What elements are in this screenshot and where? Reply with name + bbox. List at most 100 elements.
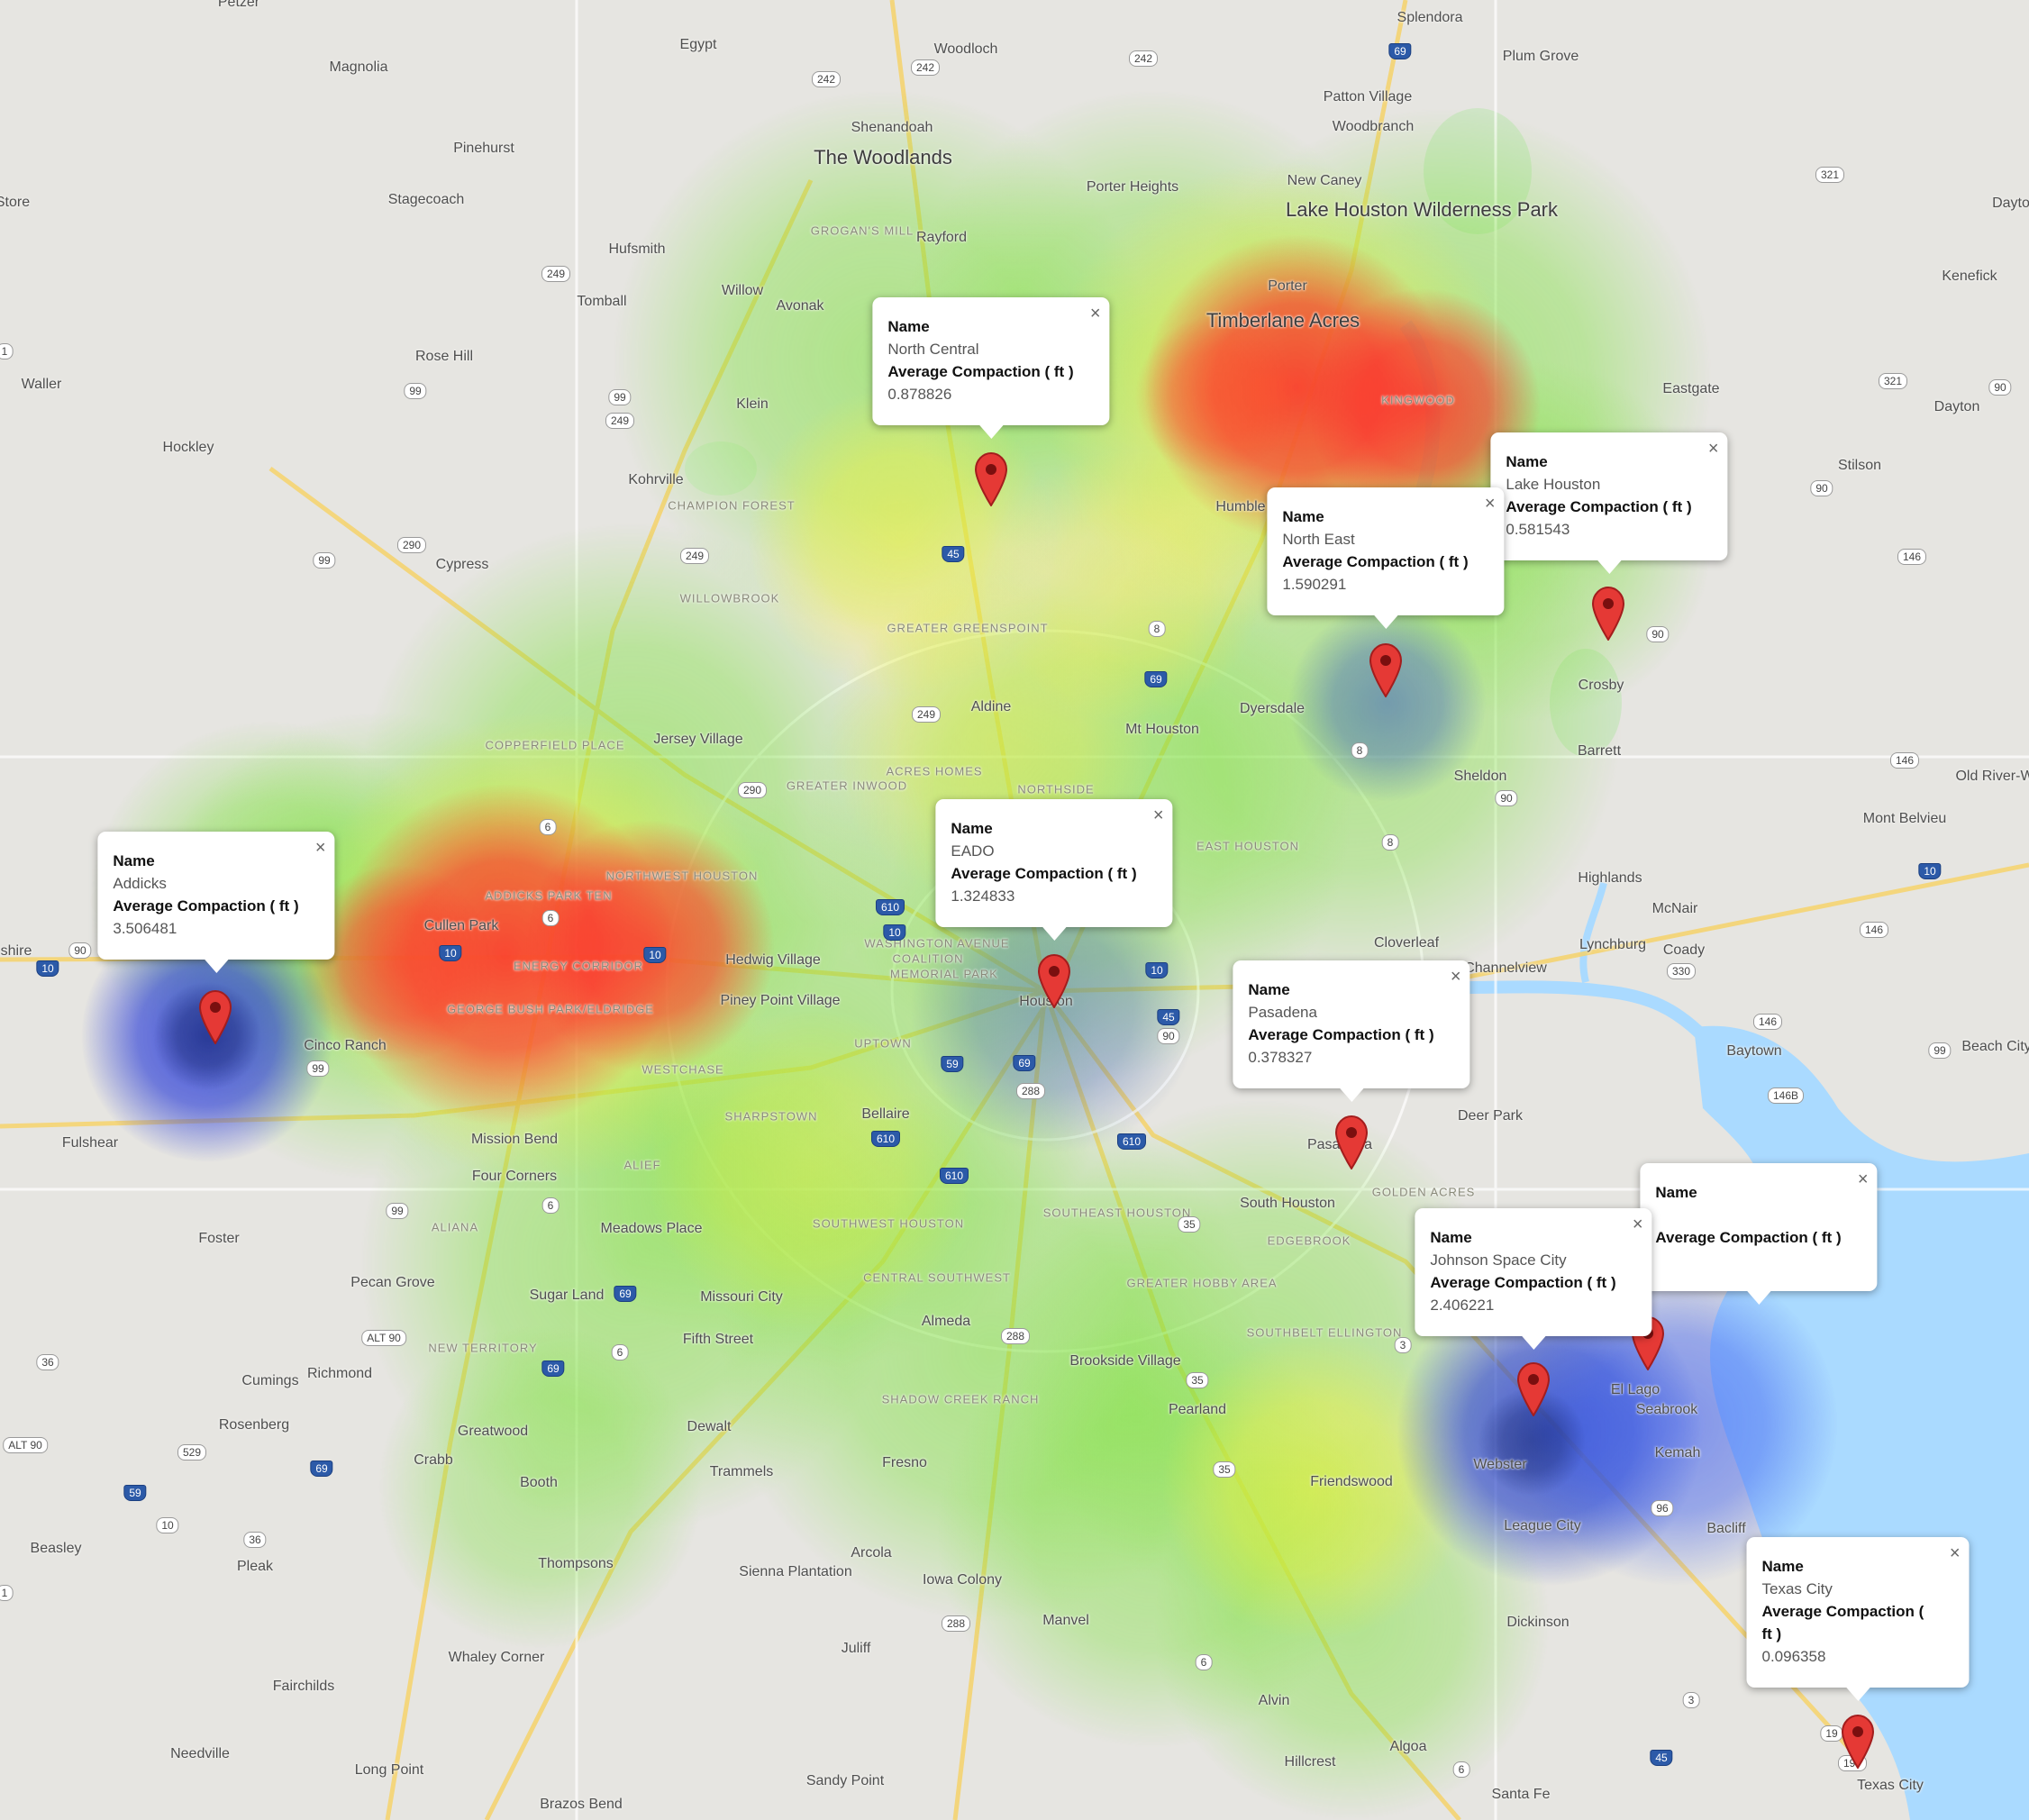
info-popup-lake-houston: Name Lake Houston Average Compaction ( ft … <box>1490 432 1728 574</box>
close-icon[interactable]: × <box>1485 495 1496 513</box>
district-label: Uptown <box>854 1036 912 1051</box>
highway-shield: 249 <box>679 548 710 564</box>
popup-name-value: North Central <box>887 341 979 358</box>
town-label: Thompsons <box>538 1556 614 1571</box>
highway-shield: 6 <box>611 1344 629 1360</box>
town-label: McNair <box>1651 901 1698 916</box>
highway-shield: 529 <box>177 1444 207 1461</box>
highway-shield: ALT 90 <box>361 1330 406 1346</box>
town-label: Deer Park <box>1457 1108 1524 1124</box>
town-label: Foster <box>198 1231 240 1246</box>
town-label: Cullen Park <box>423 918 499 933</box>
town-label: Sienna Plantation <box>739 1564 852 1579</box>
town-label: Booth <box>520 1475 558 1490</box>
town-label: Meadows Place <box>600 1221 703 1236</box>
town-label: Arcola <box>851 1545 892 1561</box>
town-label: Kohrville <box>628 472 684 487</box>
popup-name-label: Name <box>1506 453 1548 470</box>
popup-metric-label: Average Compaction ( ft ) <box>1655 1229 1842 1246</box>
highway-shield: 288 <box>1015 1083 1046 1099</box>
close-icon[interactable]: × <box>1633 1215 1643 1233</box>
town-label: Dyersdale <box>1239 701 1306 716</box>
popup-metric-value: 2.406221 <box>1430 1297 1495 1314</box>
town-label: Magnolia <box>329 59 388 75</box>
heatmap-map[interactable]: Petzer Egypt Woodloch Splendora Plum Grove Ma… <box>0 0 2029 1820</box>
town-label: Santa Fe <box>1491 1787 1551 1802</box>
info-popup-texas-city: Name Texas City Average Compaction ( ft ) 0… <box>1746 1537 1970 1701</box>
info-popup-johnson-space-city: Name Johnson Space City Average Compaction… <box>1415 1208 1652 1350</box>
district-label: East Houston <box>1196 839 1300 853</box>
map-marker-eado[interactable] <box>1037 953 1071 1009</box>
highway-shield: 35 <box>1178 1216 1201 1233</box>
interstate-shield: 69 <box>1388 43 1412 59</box>
popup-name-label: Name <box>1430 1229 1472 1246</box>
district-label: George Bush Park/Eldridge <box>447 1002 654 1016</box>
town-label: Klein <box>736 396 769 412</box>
highway-shield: 99 <box>608 389 632 405</box>
highway-shield: 90 <box>1157 1028 1180 1044</box>
highway-shield: 1 <box>0 1585 14 1601</box>
town-label: Rosenberg <box>218 1417 290 1433</box>
town-label: Whaley Corner <box>448 1650 545 1665</box>
close-icon[interactable]: × <box>315 839 326 857</box>
district-label: Southeast Houston <box>1042 1206 1192 1220</box>
town-label: League City <box>1504 1518 1581 1533</box>
close-icon[interactable]: × <box>1090 305 1101 323</box>
town-label: Brazos Bend <box>540 1797 623 1812</box>
map-marker-north-central[interactable] <box>974 451 1008 507</box>
map-marker-pasadena[interactable] <box>1334 1115 1369 1170</box>
highway-shield: 90 <box>1495 790 1518 806</box>
town-label: Fairchilds <box>272 1679 335 1694</box>
popup-name-value: Johnson Space City <box>1430 1251 1567 1269</box>
map-pin-icon <box>1037 953 1071 1009</box>
highway-shield: 99 <box>313 552 336 569</box>
popup-metric-value: 0.378327 <box>1248 1049 1313 1066</box>
popup-metric-value: 0.878826 <box>887 386 952 403</box>
popup-name-value: Pasadena <box>1248 1004 1317 1021</box>
close-icon[interactable]: × <box>1858 1170 1869 1188</box>
town-label: Hillcrest <box>1284 1754 1336 1770</box>
town-label: Rose Hill <box>414 349 474 364</box>
town-label: Hockley <box>162 440 214 455</box>
close-icon[interactable]: × <box>1153 806 1164 824</box>
town-label: Barrett <box>1577 743 1622 759</box>
interstate-shield: 10 <box>1145 962 1169 978</box>
popup-metric-label: Average Compaction ( ft ) <box>1248 1026 1434 1043</box>
popup-name-value: North East <box>1282 531 1355 548</box>
highway-shield: 1 <box>0 343 14 359</box>
popup-name-value: Addicks <box>113 875 167 892</box>
highway-shield: 36 <box>243 1532 267 1548</box>
interstate-shield: 59 <box>941 1056 964 1072</box>
town-label: Bacliff <box>1706 1521 1746 1536</box>
map-marker-johnson-space-city[interactable] <box>1516 1361 1551 1417</box>
popup-metric-value: 3.506481 <box>113 920 177 937</box>
town-label: Needville <box>170 1746 230 1761</box>
town-label: Piney Point Village <box>720 993 841 1008</box>
district-label: Westchase <box>641 1062 724 1077</box>
town-label: Shenandoah <box>851 120 933 135</box>
map-marker-addicks[interactable] <box>198 989 232 1045</box>
town-label: Woodloch <box>933 41 998 57</box>
highway-shield: 8 <box>1148 621 1166 637</box>
district-label: Champion Forest <box>668 498 796 513</box>
town-label: Aldine <box>970 699 1012 714</box>
popup-metric-label: Average Compaction ( ft ) <box>1430 1274 1616 1291</box>
town-label: Lynchburg <box>1579 937 1647 952</box>
popup-metric-label: Average Compaction ( ft ) <box>1282 553 1469 570</box>
town-label: Porter Heights <box>1086 179 1179 195</box>
town-label: Woodbranch <box>1332 119 1415 134</box>
popup-name-label: Name <box>1761 1558 1804 1575</box>
map-marker-north-east[interactable] <box>1369 642 1403 698</box>
interstate-shield: 69 <box>614 1286 637 1302</box>
close-icon[interactable]: × <box>1451 968 1461 986</box>
highway-shield: 249 <box>541 266 571 282</box>
map-marker-texas-city[interactable] <box>1841 1714 1875 1770</box>
close-icon[interactable]: × <box>1950 1544 1961 1562</box>
district-label: Shadow Creek Ranch <box>881 1392 1040 1406</box>
town-label: Trammels <box>709 1464 774 1479</box>
popup-metric-value: 1.590291 <box>1282 576 1347 593</box>
highway-shield: 146 <box>1752 1014 1783 1030</box>
close-icon[interactable]: × <box>1708 440 1719 458</box>
popup-name-value: EADO <box>951 842 995 860</box>
map-marker-lake-houston[interactable] <box>1591 586 1625 642</box>
